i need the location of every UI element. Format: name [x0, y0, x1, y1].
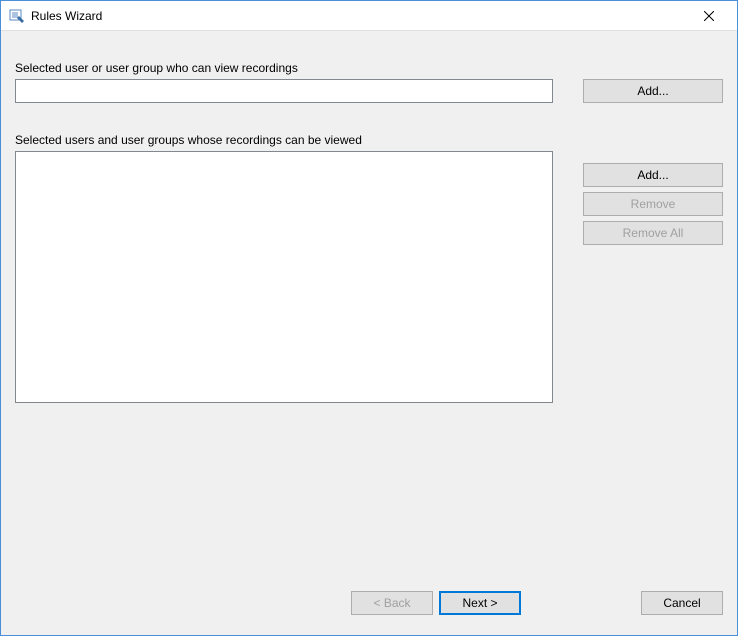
close-icon: [704, 11, 714, 21]
viewer-input[interactable]: [15, 79, 553, 103]
add-recorded-user-button[interactable]: Add...: [583, 163, 723, 187]
add-viewer-button[interactable]: Add...: [583, 79, 723, 103]
titlebar: Rules Wizard: [1, 1, 737, 31]
remove-all-button: Remove All: [583, 221, 723, 245]
rules-wizard-icon: [9, 8, 25, 24]
viewer-label: Selected user or user group who can view…: [15, 61, 723, 75]
wizard-footer: < Back Next > Cancel: [15, 591, 723, 617]
listbox-buttons: Add... Remove Remove All: [583, 163, 723, 245]
close-button[interactable]: [689, 2, 729, 30]
cancel-button[interactable]: Cancel: [641, 591, 723, 615]
content-area: Selected user or user group who can view…: [1, 31, 737, 635]
window-title: Rules Wizard: [31, 9, 689, 23]
recorded-users-listbox[interactable]: [15, 151, 553, 403]
back-button: < Back: [351, 591, 433, 615]
next-button[interactable]: Next >: [439, 591, 521, 615]
rules-wizard-window: Rules Wizard Selected user or user group…: [0, 0, 738, 636]
remove-button: Remove: [583, 192, 723, 216]
recorded-users-label: Selected users and user groups whose rec…: [15, 133, 362, 147]
